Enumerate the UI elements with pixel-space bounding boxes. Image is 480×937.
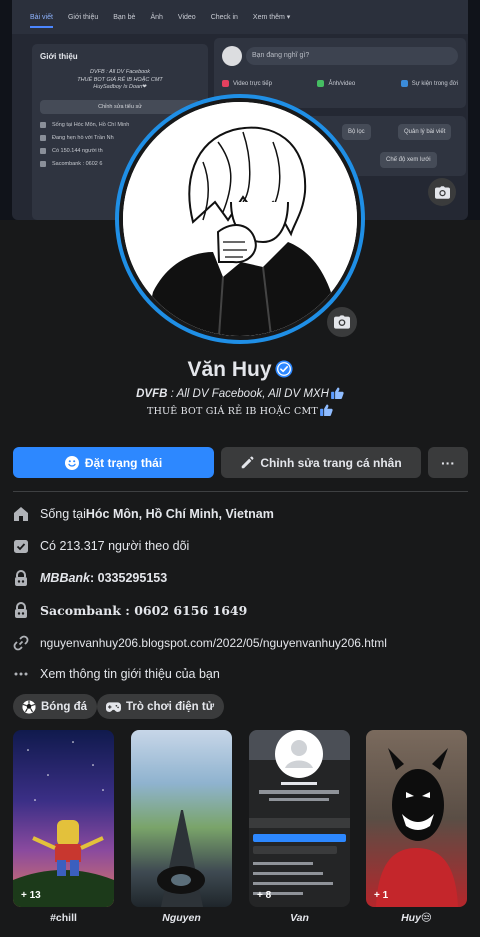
camera-icon [334, 315, 350, 329]
edit-cover-camera-button[interactable] [428, 178, 456, 206]
cover-intro-title: Giới thiệu [40, 52, 78, 61]
detail-mbbank: MBBank : 0335295153 [13, 568, 473, 588]
more-dots-icon: ··· [441, 454, 455, 471]
detail-website-link[interactable]: nguyenvanhuy206.blogspot.com/2022/05/ngu… [13, 633, 473, 653]
profile-bio-line: THUÊ BOT GIÁ RẺ IB HOẶC CMT [0, 404, 480, 417]
featured-story[interactable]: + 8 [249, 730, 350, 907]
cover-tab: Bài viết [30, 14, 53, 28]
cover-composer-avatar [222, 46, 242, 66]
cover-grid-chip: Chế độ xem lưới [380, 152, 437, 168]
more-options-button[interactable]: ··· [428, 447, 468, 478]
featured-story-caption: Van [290, 912, 309, 924]
featured-story-caption: #chill [50, 912, 77, 924]
camera-icon [434, 185, 450, 199]
see-intro-link[interactable]: Xem thông tin giới thiệu của bạn [13, 664, 473, 684]
link-icon [13, 635, 29, 651]
followers-icon [13, 538, 29, 554]
hobby-label: Trò chơi điện tử [126, 700, 215, 713]
hobby-label: Bóng đá [41, 700, 87, 713]
profile-name-row: Văn Huy [0, 358, 480, 382]
featured-story-image [376, 748, 458, 907]
gamepad-icon [106, 701, 121, 712]
featured-story-image [157, 810, 205, 907]
cover-composer-prompt: Bạn đang nghĩ gì? [246, 47, 458, 65]
featured-story-caption: Huy😒 [401, 912, 432, 924]
cover-intro-bio: DVFB : All DV Facebook THUÊ BOT GIÁ RẺ I… [40, 69, 200, 92]
thumbs-up-icon [330, 387, 344, 399]
edit-profile-label: Chỉnh sửa trang cá nhân [260, 455, 402, 470]
cover-manage-chip: Quản lý bài viết [398, 124, 452, 140]
profile-picture[interactable] [115, 94, 365, 344]
cover-tab: Bạn bè [113, 13, 136, 21]
cover-tab: Video [177, 13, 196, 21]
detail-followers: Có 213.317 người theo dõi [13, 536, 473, 556]
cover-tab: Check in [210, 13, 238, 21]
cover-nav-tabs: Bài viết Giới thiệu Bạn bè Ảnh Video Che… [12, 0, 468, 34]
more-dots-icon [13, 666, 29, 682]
edit-avatar-camera-button[interactable] [325, 305, 359, 339]
soccer-ball-icon [22, 699, 36, 714]
featured-story-count: + 13 [21, 890, 41, 901]
detail-sacombank: Sacombank : 0602 6156 1649 [13, 600, 473, 620]
thumbs-up-icon [320, 404, 333, 416]
cover-bio-line: DVFB : All DV Facebook [89, 69, 150, 75]
featured-story-count: + 1 [374, 890, 389, 901]
set-status-button[interactable]: Đặt trạng thái [13, 447, 214, 478]
cover-composer-actions: Video trực tiếp Ảnh/video Sự kiện trong … [222, 80, 458, 87]
section-divider [13, 491, 468, 492]
bank-lock-icon [13, 602, 29, 618]
cover-filter-chip: Bộ lọc [342, 124, 371, 140]
profile-picture-image [123, 102, 357, 336]
profile-name: Văn Huy [187, 358, 272, 381]
cover-tab: Ảnh [150, 13, 163, 21]
hobby-chip-video-games[interactable]: Trò chơi điện tử [97, 694, 225, 719]
pencil-icon [242, 456, 254, 468]
edit-profile-button[interactable]: Chỉnh sửa trang cá nhân [221, 447, 421, 478]
featured-story-count: + 8 [257, 890, 272, 901]
featured-story-caption: Nguyen [162, 912, 201, 924]
featured-story[interactable]: + 1 [366, 730, 467, 907]
set-status-label: Đặt trạng thái [84, 455, 163, 470]
profile-bio-line: DVFB : All DV Facebook, All DV MXH [0, 387, 480, 400]
hobby-chip-football[interactable]: Bóng đá [13, 694, 97, 719]
cover-tab: Giới thiệu [67, 13, 99, 21]
bank-lock-icon [13, 570, 29, 586]
smiley-icon [64, 455, 79, 470]
featured-story-image [249, 730, 350, 895]
featured-story[interactable] [131, 730, 232, 907]
cover-tab: Xem thêm ▾ [252, 14, 291, 21]
home-icon [13, 506, 29, 522]
detail-lives-in: Sống tại Hóc Môn, Hồ Chí Minh, Vietnam [13, 504, 473, 524]
cover-bio-line: HuySadboy Is Doan❤ [93, 84, 147, 91]
cover-bio-line: THUÊ BOT GIÁ RẺ IB HOẶC CMT [77, 76, 163, 83]
verified-badge-icon [274, 360, 293, 378]
featured-story-image [13, 741, 114, 907]
featured-story[interactable]: + 13 [13, 730, 114, 907]
